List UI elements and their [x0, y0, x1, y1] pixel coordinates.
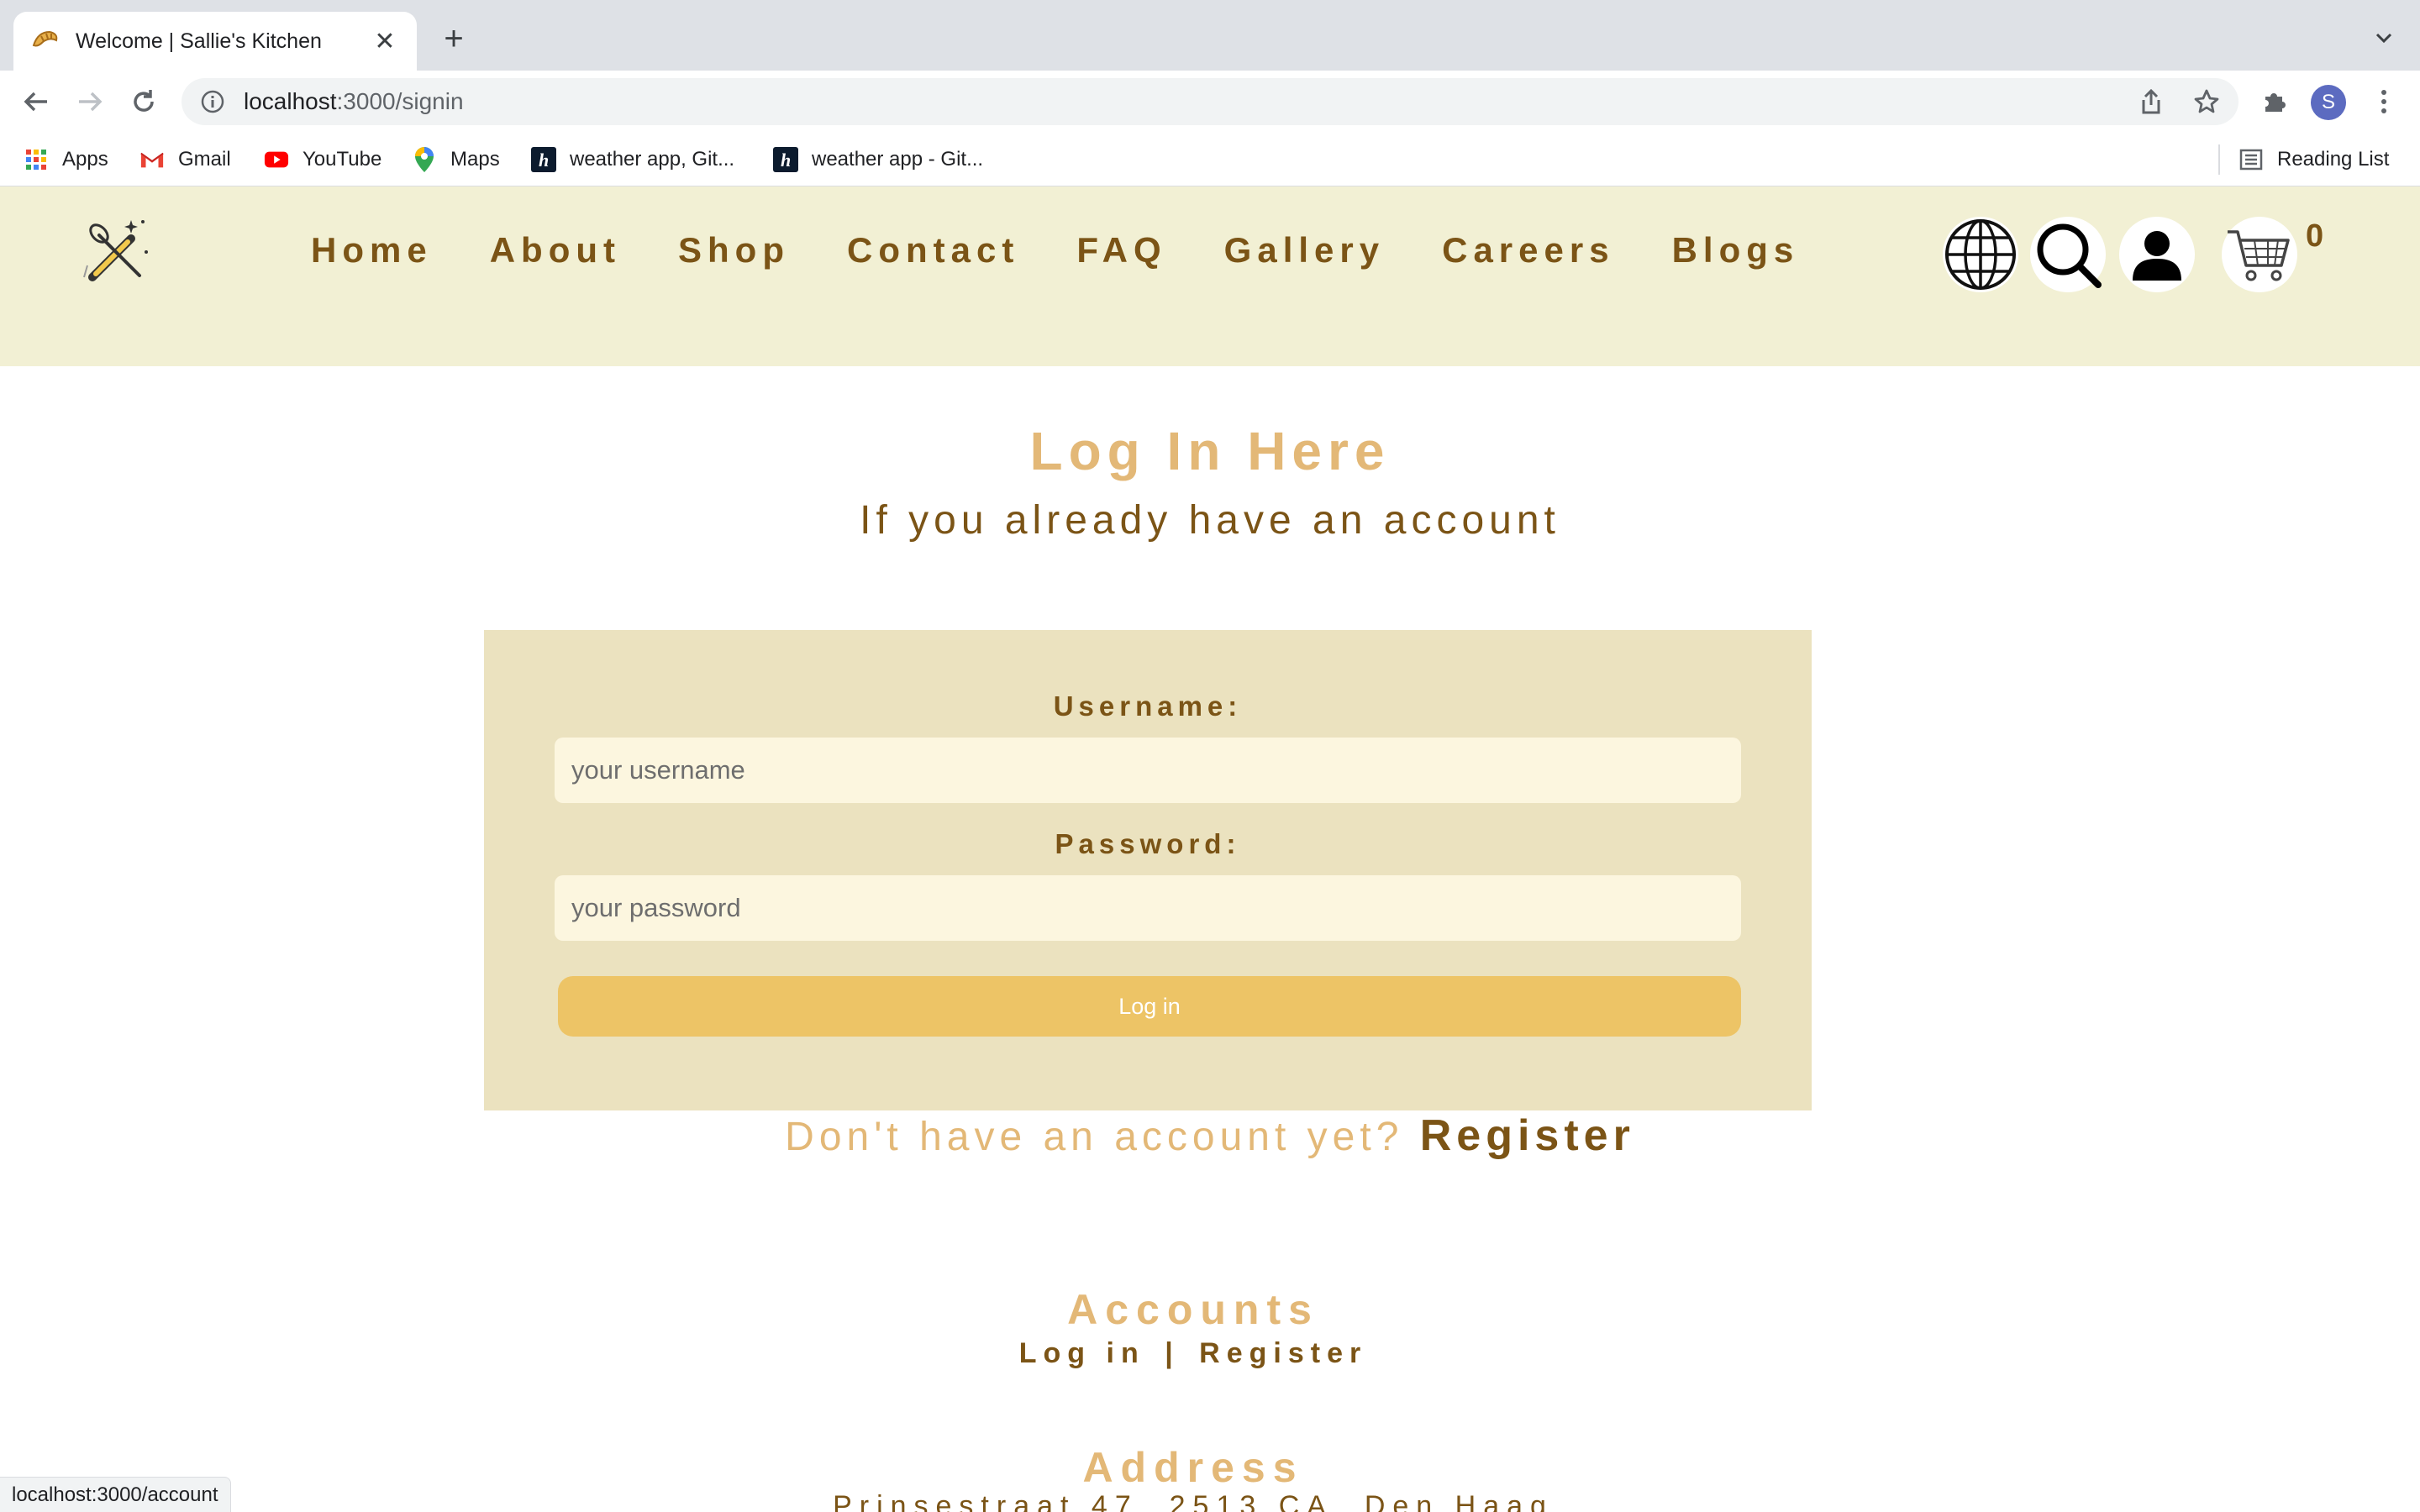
- reload-icon[interactable]: [124, 82, 163, 121]
- new-tab-plus-icon[interactable]: +: [435, 20, 472, 57]
- profile-avatar[interactable]: S: [2311, 85, 2346, 120]
- svg-text:h: h: [781, 150, 791, 171]
- username-label: Username:: [1053, 690, 1243, 722]
- close-tab-icon[interactable]: ✕: [370, 27, 400, 56]
- browser-tabstrip: Welcome | Sallie's Kitchen ✕ +: [0, 0, 2420, 71]
- reading-list-button[interactable]: Reading List: [2238, 144, 2389, 175]
- browser-toolbar: localhost:3000/signin S: [0, 71, 2420, 133]
- bookmark-label: Maps: [450, 148, 500, 171]
- maps-pin-icon: [412, 147, 437, 172]
- svg-text:h: h: [539, 150, 549, 171]
- youtube-icon: [264, 147, 289, 172]
- nav-link-about[interactable]: About: [490, 230, 621, 270]
- hyper-h-icon: h: [773, 147, 798, 172]
- cart-count-badge: 0: [2306, 218, 2324, 254]
- bookmark-label: Apps: [62, 148, 108, 171]
- nav-link-faq[interactable]: FAQ: [1076, 230, 1166, 270]
- nav-link-shop[interactable]: Shop: [678, 230, 790, 270]
- register-prompt: Don't have an account yet? Register: [0, 1110, 2420, 1161]
- bookmark-youtube[interactable]: YouTube: [264, 144, 381, 175]
- nav-link-contact[interactable]: Contact: [847, 230, 1019, 270]
- register-prompt-text: Don't have an account yet?: [785, 1115, 1404, 1159]
- bookmark-maps[interactable]: Maps: [412, 144, 500, 175]
- bookmark-apps[interactable]: Apps: [24, 144, 108, 175]
- login-submit-button[interactable]: Log in: [558, 976, 1741, 1037]
- tab-search-chevron-icon[interactable]: [2371, 25, 2396, 50]
- reading-list-icon: [2238, 147, 2264, 172]
- footer-register-link[interactable]: Register: [1199, 1337, 1367, 1369]
- password-input[interactable]: [555, 875, 1741, 941]
- register-link[interactable]: Register: [1420, 1111, 1635, 1160]
- apps-grid-icon: [24, 147, 49, 172]
- page-subtitle: If you already have an account: [860, 498, 1560, 543]
- nav-link-blogs[interactable]: Blogs: [1672, 230, 1800, 270]
- croissant-favicon-icon: [30, 26, 60, 56]
- nav-link-careers[interactable]: Careers: [1442, 230, 1614, 270]
- footer-separator: |: [1165, 1337, 1180, 1369]
- link-status-bubble: localhost:3000/account: [0, 1477, 231, 1512]
- footer-account-links: Log in | Register: [0, 1337, 2386, 1370]
- extensions-puzzle-icon[interactable]: [2255, 82, 2294, 121]
- kitchen-logo-icon[interactable]: [81, 210, 161, 291]
- forward-arrow-icon[interactable]: [71, 82, 109, 121]
- reading-list-label: Reading List: [2277, 148, 2390, 171]
- bookmark-label: weather app - Git...: [812, 148, 984, 171]
- globe-icon[interactable]: [1943, 217, 2018, 292]
- bookmark-weather-app-2[interactable]: h weather app - Git...: [773, 144, 983, 175]
- footer-login-link[interactable]: Log in: [1019, 1337, 1145, 1369]
- footer-address-text: Prinsestraat 47, 2513 CA, Den Haag: [833, 1490, 1554, 1512]
- cart-icon[interactable]: [2222, 217, 2297, 292]
- share-icon[interactable]: [2136, 87, 2166, 117]
- password-label: Password:: [1055, 828, 1241, 859]
- bookmarks-bar: Apps Gmail YouTube Maps h weather app, G…: [0, 133, 2420, 186]
- url-path: :3000/signin: [336, 88, 464, 114]
- bookmark-star-icon[interactable]: [2191, 87, 2222, 117]
- login-form: Username: Password: Log in: [484, 630, 1812, 1110]
- url-host: localhost: [244, 88, 337, 114]
- bookmark-weather-app-1[interactable]: h weather app, Git...: [531, 144, 734, 175]
- footer-address-heading: Address: [1082, 1444, 1304, 1491]
- main-nav: Home About Shop Contact FAQ Gallery Care…: [311, 230, 1799, 270]
- nav-link-gallery[interactable]: Gallery: [1224, 230, 1385, 270]
- nav-link-home[interactable]: Home: [311, 230, 433, 270]
- bookmark-label: YouTube: [302, 148, 382, 171]
- user-icon[interactable]: [2119, 217, 2195, 292]
- browser-menu-kebab-icon[interactable]: [2365, 82, 2403, 121]
- address-bar[interactable]: localhost:3000/signin: [182, 78, 2238, 125]
- bookmarks-divider: [2218, 144, 2220, 175]
- site-header: Home About Shop Contact FAQ Gallery Care…: [0, 186, 2420, 366]
- search-icon[interactable]: [2030, 217, 2106, 292]
- page-title: Log In Here: [1029, 421, 1391, 481]
- hyper-h-icon: h: [531, 147, 556, 172]
- bookmark-label: Gmail: [178, 148, 231, 171]
- tab-title: Welcome | Sallie's Kitchen: [76, 29, 322, 53]
- back-arrow-icon[interactable]: [17, 82, 55, 121]
- site-info-icon[interactable]: [198, 87, 227, 116]
- footer-accounts-heading: Accounts: [1067, 1286, 1319, 1333]
- bookmark-label: weather app, Git...: [570, 148, 735, 171]
- bookmark-gmail[interactable]: Gmail: [139, 144, 231, 175]
- username-input[interactable]: [555, 738, 1741, 803]
- gmail-icon: [139, 147, 165, 172]
- browser-tab[interactable]: Welcome | Sallie's Kitchen ✕: [13, 12, 417, 71]
